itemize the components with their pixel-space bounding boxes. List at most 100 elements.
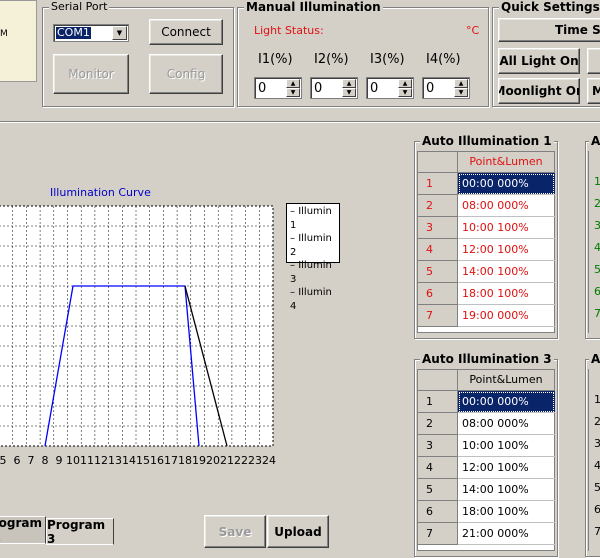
table-cell-point-lumen[interactable]: 10:00 100% [458, 435, 555, 457]
x-tick-label: 15 [136, 454, 150, 467]
serial-port-title: Serial Port [49, 0, 110, 14]
section-divider [0, 121, 600, 123]
x-tick-label: 8 [42, 454, 49, 467]
row-number[interactable]: 2 [418, 195, 458, 217]
row-number[interactable]: 3 [418, 217, 458, 239]
auto-illumination-2-title: A [589, 134, 600, 148]
row-number[interactable]: 4 [594, 241, 600, 254]
channel-1-label: I1(%) [258, 52, 293, 67]
channel-4-value: 0 [426, 81, 435, 96]
legend-item-2: – Illumin 2 [290, 233, 332, 258]
port-value: COM1 [56, 26, 91, 39]
table-cell-point-lumen[interactable]: 00:00 000% [458, 173, 555, 195]
row-number[interactable]: 6 [594, 285, 600, 298]
temperature-unit: °C [466, 24, 480, 37]
chevron-down-icon[interactable]: ▼ [112, 26, 127, 40]
table-cell-point-lumen[interactable]: 18:00 100% [458, 283, 555, 305]
chevron-down-icon[interactable]: ▼ [342, 88, 356, 97]
table-cell-point-lumen[interactable]: 08:00 000% [458, 413, 555, 435]
chevron-down-icon[interactable]: ▼ [286, 88, 300, 97]
row-number[interactable]: 4 [418, 457, 458, 479]
table-cell-point-lumen[interactable]: 12:00 100% [458, 457, 555, 479]
chevron-down-icon[interactable]: ▼ [454, 88, 468, 97]
quick-extra-button-2[interactable]: M [587, 78, 600, 104]
auto-illumination-1-title: Auto Illumination 1 [420, 134, 554, 148]
chevron-up-icon[interactable]: ▲ [398, 79, 412, 88]
row-number[interactable]: 1 [418, 173, 458, 195]
channel-3-label: I3(%) [370, 52, 405, 67]
chevron-up-icon[interactable]: ▲ [454, 79, 468, 88]
chevron-up-icon[interactable]: ▲ [342, 79, 356, 88]
tab-program-3[interactable]: Program 3 [46, 518, 114, 546]
all-light-on-button[interactable]: All Light On [498, 48, 580, 74]
row-number[interactable]: 7 [594, 307, 600, 320]
row-number[interactable]: 5 [594, 263, 600, 276]
config-button[interactable]: Config [149, 54, 223, 94]
row-number[interactable]: 7 [594, 525, 600, 538]
chevron-down-icon[interactable]: ▼ [398, 88, 412, 97]
row-number[interactable]: 6 [594, 503, 600, 516]
light-status-label: Light Status: [254, 24, 324, 37]
row-number[interactable]: 2 [418, 413, 458, 435]
channel-3-stepper[interactable]: 0 ▲ ▼ [366, 77, 414, 99]
x-tick-label: 19 [192, 454, 206, 467]
row-number[interactable]: 5 [418, 479, 458, 501]
auto-illumination-3-table[interactable]: Point&Lumen 1 00:00 000% 2 08:00 000% 3 10:00… [417, 369, 555, 551]
x-tick-label: 24 [262, 454, 276, 467]
x-tick-label: 16 [150, 454, 164, 467]
table-cell-point-lumen[interactable]: 21:00 000% [458, 523, 555, 545]
table-cell-point-lumen[interactable]: 14:00 100% [458, 479, 555, 501]
save-button[interactable]: Save [204, 515, 266, 548]
x-tick-label: 20 [206, 454, 220, 467]
row-number[interactable]: 3 [418, 435, 458, 457]
table-cell-point-lumen[interactable]: 18:00 100% [458, 501, 555, 523]
x-tick-label: 22 [234, 454, 248, 467]
auto-illumination-1-table[interactable]: Point&Lumen 1 00:00 000% 2 08:00 000% 3 10:00… [417, 151, 555, 333]
row-number[interactable]: 4 [594, 459, 600, 472]
channel-2-stepper[interactable]: 0 ▲ ▼ [310, 77, 358, 99]
row-number[interactable]: 1 [594, 175, 600, 188]
channel-1-stepper[interactable]: 0 ▲ ▼ [254, 77, 302, 99]
chart-title: Illumination Curve [50, 186, 151, 199]
table-cell-point-lumen[interactable]: 10:00 100% [458, 217, 555, 239]
row-number[interactable]: 6 [418, 283, 458, 305]
row-number[interactable]: 6 [418, 501, 458, 523]
upload-button[interactable]: Upload [267, 515, 329, 548]
row-number[interactable]: 7 [418, 305, 458, 327]
row-number[interactable]: 3 [594, 437, 600, 450]
row-number[interactable]: 4 [418, 239, 458, 261]
row-number[interactable]: 1 [594, 393, 600, 406]
monitor-button[interactable]: Monitor [53, 54, 129, 94]
row-number[interactable]: 7 [418, 523, 458, 545]
table-corner [418, 152, 458, 173]
table-cell-point-lumen[interactable]: 12:00 100% [458, 239, 555, 261]
auto-illumination-4-table[interactable]: 1 2 3 4 5 6 7 [588, 369, 600, 551]
row-number[interactable]: 5 [418, 261, 458, 283]
x-tick-label: 12 [94, 454, 108, 467]
manual-illumination-title: Manual Illumination [244, 0, 383, 14]
x-tick-label: 10 [66, 454, 80, 467]
table-cell-point-lumen[interactable]: 00:00 000% [458, 391, 555, 413]
table-cell-point-lumen[interactable]: 19:00 000% [458, 305, 555, 327]
table-cell-point-lumen[interactable]: 08:00 000% [458, 195, 555, 217]
x-tick-label: 18 [178, 454, 192, 467]
moonlight-on-button[interactable]: Moonlight On [498, 78, 580, 104]
row-number[interactable]: 2 [594, 197, 600, 210]
tab-program-2[interactable]: rogram 2 [0, 516, 46, 544]
connect-button[interactable]: Connect [149, 19, 223, 45]
channel-3-value: 0 [370, 81, 379, 96]
x-tick-label: 9 [56, 454, 63, 467]
chevron-up-icon[interactable]: ▲ [286, 79, 300, 88]
row-number[interactable]: 2 [594, 415, 600, 428]
row-number[interactable]: 3 [594, 219, 600, 232]
auto-illumination-2-table[interactable]: 1 2 3 4 5 6 7 [588, 151, 600, 333]
quick-extra-button-1[interactable] [587, 48, 600, 74]
row-number[interactable]: 1 [418, 391, 458, 413]
quick-settings-title: Quick Settings [499, 0, 600, 14]
time-sync-button[interactable]: Time Sy [498, 18, 600, 42]
table-cell-point-lumen[interactable]: 14:00 100% [458, 261, 555, 283]
row-number[interactable]: 5 [594, 481, 600, 494]
channel-4-stepper[interactable]: 0 ▲ ▼ [422, 77, 470, 99]
port-select[interactable]: COM1 ▼ [53, 24, 129, 42]
legend-label-4: Illumin 4 [290, 287, 332, 312]
